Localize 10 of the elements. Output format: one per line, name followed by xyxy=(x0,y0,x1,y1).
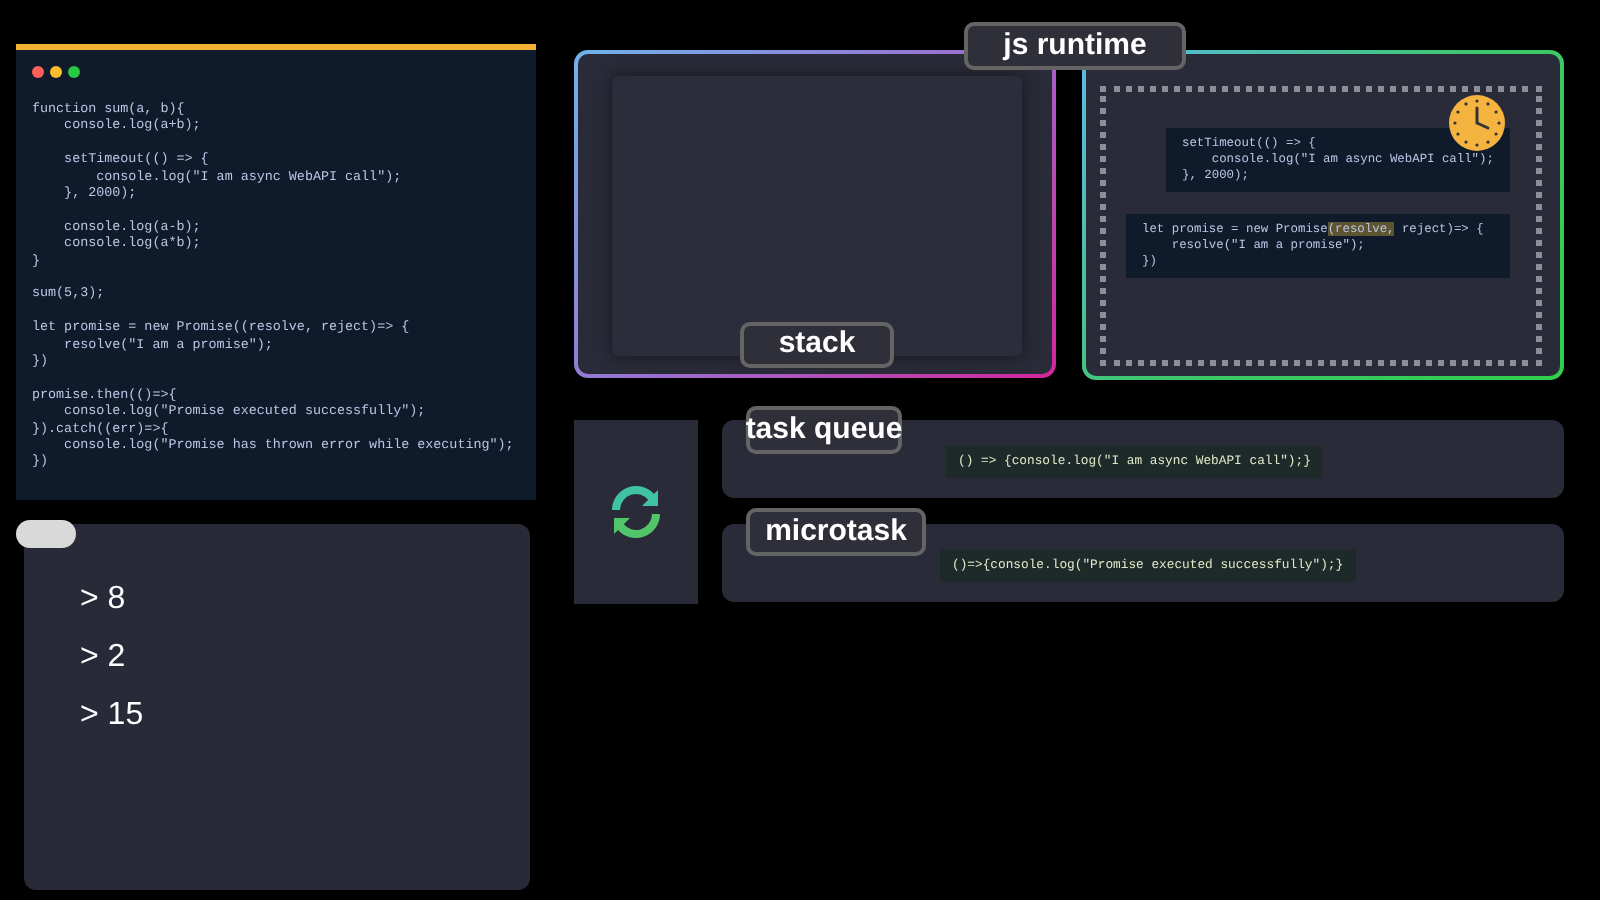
clock-icon xyxy=(1448,94,1506,152)
window-controls-icon xyxy=(32,66,80,78)
console-output: > 8 xyxy=(80,580,128,620)
drag-handle[interactable] xyxy=(16,520,76,548)
queue-label: microtask xyxy=(746,508,926,556)
runtime-title: js runtime xyxy=(964,22,1186,70)
queue-label: task queue xyxy=(746,406,902,454)
console-output: > 2 xyxy=(80,638,128,678)
stack-label: stack xyxy=(740,322,894,368)
console-output: > 15 xyxy=(80,696,144,736)
